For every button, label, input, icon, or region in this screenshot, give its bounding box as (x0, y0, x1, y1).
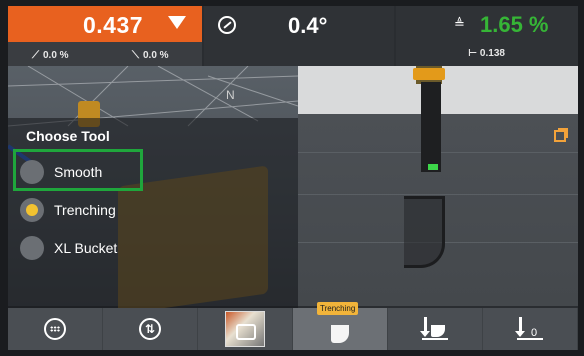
excavator-arm-band (413, 68, 445, 80)
dig-zero-icon: 0 (515, 317, 543, 341)
active-tool-tag: Trenching (317, 302, 359, 315)
tool-label-xl-bucket: XL Bucket (54, 240, 118, 256)
bottom-toolbar: ⇅ Trenching 0 (8, 302, 578, 350)
map-view-button[interactable] (198, 308, 293, 350)
cross-slope-left: ⟋ 0.0 % (32, 50, 69, 61)
grade-icon: ≜ (454, 16, 465, 31)
keyboard-button[interactable] (8, 308, 103, 350)
tool-option-trenching[interactable]: Trenching (20, 195, 116, 225)
radio-trenching[interactable] (20, 198, 44, 222)
cross-slope-left-value: 0.0 % (43, 50, 69, 61)
elevation-panel[interactable]: 0.437 ⟋ 0.0 % ⟍ 0.0 % (8, 6, 202, 66)
excavator-bucket (404, 196, 445, 268)
choose-tool-title: Choose Tool (26, 128, 110, 144)
machine-guidance-screen: N 0.437 ⟋ 0.0 % ⟍ 0.0 % 0.4° ≜ 1.65 % ⊢ 0.… (8, 6, 578, 350)
radio-xl-bucket[interactable] (20, 236, 44, 260)
tool-option-xl-bucket[interactable]: XL Bucket (20, 233, 117, 263)
slope-left-icon: ⟋ (32, 50, 39, 61)
trenching-tool-button[interactable]: Trenching (293, 302, 388, 350)
slope-right-icon: ⟍ (132, 50, 139, 61)
grade-panel[interactable]: ≜ 1.65 % ⊢ 0.138 (396, 6, 578, 66)
dig-button[interactable] (388, 308, 483, 350)
updown-button[interactable]: ⇅ (103, 308, 198, 350)
grade-value: 1.65 % (480, 12, 549, 37)
down-arrow-icon (168, 16, 186, 29)
dig-bucket-icon (420, 317, 448, 341)
external-link-icon[interactable] (554, 128, 568, 142)
profile-line (298, 194, 578, 195)
keyboard-icon (44, 318, 66, 340)
selection-highlight (13, 149, 143, 191)
heading-value: 0.4° (288, 13, 328, 38)
compass-icon (218, 16, 236, 34)
cross-distance-value: 0.138 (479, 48, 505, 59)
heading-panel[interactable]: 0.4° (204, 6, 394, 66)
elevation-header: 0.437 (8, 6, 202, 42)
dig-zero-button[interactable]: 0 (483, 308, 578, 350)
elevation-value: 0.437 (83, 12, 144, 38)
tool-label-trenching: Trenching (54, 202, 116, 218)
cross-slope-right: ⟍ 0.0 % (132, 50, 169, 61)
excavator-stick (421, 82, 441, 172)
cross-slope-right-value: 0.0 % (143, 50, 169, 61)
north-label: N (226, 88, 235, 102)
map-thumbnail-icon (225, 311, 265, 347)
status-bar: 0.437 ⟋ 0.0 % ⟍ 0.0 % 0.4° ≜ 1.65 % ⊢ 0.13… (8, 6, 578, 66)
up-down-icon: ⇅ (139, 318, 161, 340)
cross-distance: ⊢ 0.138 (468, 48, 505, 59)
trench-bucket-icon (331, 325, 349, 343)
stick-indicator (428, 164, 438, 170)
